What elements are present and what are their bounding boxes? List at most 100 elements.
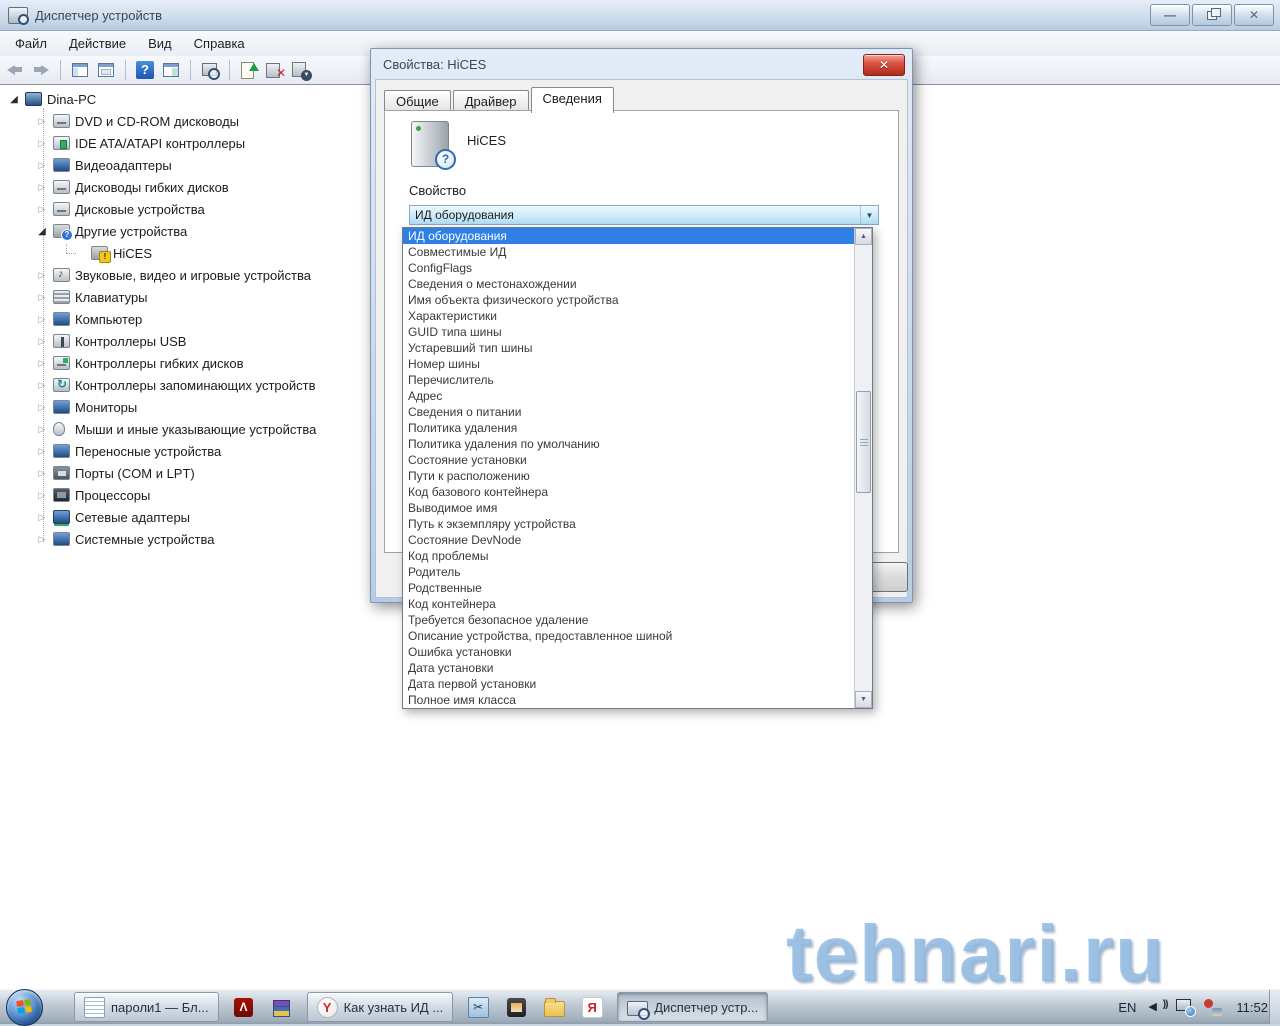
toolbar-separator[interactable] <box>190 60 191 80</box>
tab[interactable]: Общие <box>384 90 451 112</box>
tree-item[interactable]: Сетевые адаптеры <box>0 506 370 528</box>
dropdown-scrollbar[interactable]: ▲ ▼ <box>854 228 872 708</box>
dropdown-option[interactable]: Описание устройства, предоставленное шин… <box>403 628 855 644</box>
volume-icon[interactable] <box>1146 996 1168 1018</box>
taskbar-button[interactable]: пароли1 — Бл... <box>74 992 219 1022</box>
dropdown-option[interactable]: ИД оборудования <box>403 228 855 244</box>
dropdown-option[interactable]: Код проблемы <box>403 548 855 564</box>
dropdown-option[interactable]: Политика удаления <box>403 420 855 436</box>
close-button[interactable]: ✕ <box>1234 4 1274 26</box>
tree-item[interactable]: Компьютер <box>0 308 370 330</box>
tree-item[interactable]: Клавиатуры <box>0 286 370 308</box>
menu-item[interactable]: Файл <box>4 31 58 56</box>
tree-twisty-icon[interactable] <box>36 138 48 149</box>
scroll-up-icon[interactable]: ▲ <box>855 228 872 245</box>
dropdown-option[interactable]: Дата первой установки <box>403 676 855 692</box>
clock[interactable]: 11:52 <box>1236 1000 1268 1015</box>
property-combobox[interactable]: ИД оборудования ▼ <box>409 205 879 225</box>
menu-item[interactable]: Вид <box>137 31 183 56</box>
dropdown-option[interactable]: Устаревший тип шины <box>403 340 855 356</box>
action-pane-icon[interactable] <box>160 59 182 81</box>
forward-icon[interactable] <box>30 59 52 81</box>
tree-twisty-icon[interactable] <box>36 468 48 479</box>
tab[interactable]: Сведения <box>530 87 614 113</box>
uninstall-device-icon[interactable] <box>264 59 286 81</box>
tree-item[interactable]: Переносные устройства <box>0 440 370 462</box>
tree-twisty-icon[interactable] <box>36 336 48 347</box>
menu-item[interactable]: Справка <box>183 31 256 56</box>
dropdown-option[interactable]: Совместимые ИД <box>403 244 855 260</box>
tree-item[interactable]: IDE ATA/ATAPI контроллеры <box>0 132 370 154</box>
tree-twisty-icon[interactable] <box>36 380 48 391</box>
tree-item[interactable]: Системные устройства <box>0 528 370 550</box>
tree-twisty-icon[interactable] <box>36 314 48 325</box>
tree-item[interactable]: Контроллеры гибких дисков <box>0 352 370 374</box>
tree-twisty-icon[interactable] <box>8 94 20 105</box>
tree-twisty-icon[interactable] <box>36 490 48 501</box>
dropdown-option[interactable]: Адрес <box>403 388 855 404</box>
tree-twisty-icon[interactable] <box>36 534 48 545</box>
tree-twisty-icon[interactable] <box>36 182 48 193</box>
dropdown-option[interactable]: Перечислитель <box>403 372 855 388</box>
tree-twisty-icon[interactable] <box>36 204 48 215</box>
toolbar-separator[interactable] <box>229 60 230 80</box>
start-button[interactable] <box>6 989 43 1026</box>
dropdown-option[interactable]: Родственные <box>403 580 855 596</box>
dropdown-option[interactable]: Характеристики <box>403 308 855 324</box>
taskbar-button[interactable] <box>503 993 529 1021</box>
tree-twisty-icon[interactable] <box>36 292 48 303</box>
chevron-down-icon[interactable]: ▼ <box>860 206 878 224</box>
dropdown-option[interactable]: Состояние DevNode <box>403 532 855 548</box>
tree-twisty-icon[interactable] <box>36 446 48 457</box>
dropdown-option[interactable]: Политика удаления по умолчанию <box>403 436 855 452</box>
tree-twisty-icon[interactable] <box>36 512 48 523</box>
tree-twisty-icon[interactable] <box>36 160 48 171</box>
update-driver-icon[interactable] <box>238 59 260 81</box>
taskbar-button[interactable] <box>541 993 567 1021</box>
taskbar-button[interactable]: Диспетчер устр... <box>617 992 769 1022</box>
taskbar-button[interactable] <box>231 993 257 1021</box>
dropdown-option[interactable]: GUID типа шины <box>403 324 855 340</box>
language-indicator[interactable]: EN <box>1118 1000 1136 1015</box>
tree-item[interactable]: Процессоры <box>0 484 370 506</box>
show-desktop-button[interactable] <box>1269 990 1280 1024</box>
scan-hardware-changes-icon[interactable] <box>199 59 221 81</box>
tree-twisty-icon[interactable] <box>36 358 48 369</box>
scrollbar-thumb[interactable] <box>856 391 871 493</box>
taskbar-button[interactable] <box>579 993 605 1021</box>
tree-item[interactable]: Мониторы <box>0 396 370 418</box>
tree-twisty-icon[interactable] <box>36 270 48 281</box>
taskbar-button[interactable]: Как узнать ИД ... <box>306 992 454 1022</box>
tree-item[interactable]: Контроллеры запоминающих устройств <box>0 374 370 396</box>
tree-item[interactable]: Видеоадаптеры <box>0 154 370 176</box>
dropdown-option[interactable]: Код контейнера <box>403 596 855 612</box>
tree-twisty-icon[interactable] <box>36 402 48 413</box>
scroll-down-icon[interactable]: ▼ <box>855 691 872 708</box>
tree-item[interactable]: Звуковые, видео и игровые устройства <box>0 264 370 286</box>
tree-item[interactable]: Контроллеры USB <box>0 330 370 352</box>
dialog-close-button[interactable]: ✕ <box>863 54 905 76</box>
tree-item[interactable]: Дисковые устройства <box>0 198 370 220</box>
show-console-tree-icon[interactable] <box>69 59 91 81</box>
dropdown-option[interactable]: Номер шины <box>403 356 855 372</box>
dropdown-option[interactable]: Пути к расположению <box>403 468 855 484</box>
toolbar-separator[interactable] <box>60 60 61 80</box>
tray-app-icon[interactable] <box>1202 996 1224 1018</box>
taskbar-button[interactable] <box>465 993 491 1021</box>
tree-twisty-icon[interactable] <box>36 424 48 435</box>
properties-window-icon[interactable] <box>95 59 117 81</box>
tree-twisty-icon[interactable] <box>36 116 48 127</box>
tree-item[interactable]: Дисководы гибких дисков <box>0 176 370 198</box>
tree-item[interactable]: Мыши и иные указывающие устройства <box>0 418 370 440</box>
back-icon[interactable] <box>4 59 26 81</box>
tree-twisty-icon[interactable] <box>36 226 48 237</box>
tree-item[interactable]: Другие устройства <box>0 220 370 242</box>
dropdown-option[interactable]: Выводимое имя <box>403 500 855 516</box>
dropdown-option[interactable]: Путь к экземпляру устройства <box>403 516 855 532</box>
dropdown-option[interactable]: Состояние установки <box>403 452 855 468</box>
help-icon[interactable] <box>134 59 156 81</box>
taskbar-button[interactable] <box>269 993 295 1021</box>
tree-item[interactable]: DVD и CD-ROM дисководы <box>0 110 370 132</box>
dropdown-option[interactable]: Полное имя класса <box>403 692 855 708</box>
restore-button[interactable] <box>1192 4 1232 26</box>
